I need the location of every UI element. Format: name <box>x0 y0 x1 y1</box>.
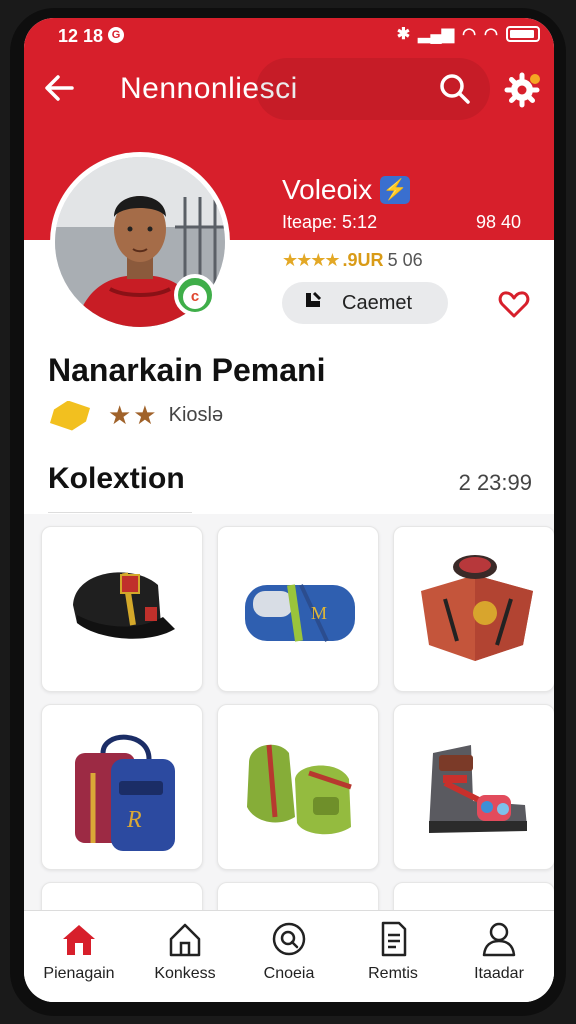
nav-label-remtis: Remtis <box>368 965 418 982</box>
home-icon <box>63 925 95 955</box>
gear-icon <box>504 72 540 108</box>
gold-badge-icon <box>50 400 90 431</box>
nav-label-cnoeia: Cnoeia <box>263 965 315 982</box>
settings-button[interactable] <box>502 68 544 110</box>
rating-stars-icon: ★★★★ <box>282 250 341 270</box>
achievement-label: Kioslə <box>168 404 224 426</box>
shoe-icon <box>429 745 527 833</box>
status-icons: ✱ ▂▄▆ ◠ ◠ <box>397 24 540 44</box>
nav-item-konkess[interactable]: Konkess <box>132 921 238 997</box>
bottom-navigation: Pienagain Konkess Cnoeia Remtis Itaadar <box>24 910 554 1002</box>
google-icon: G <box>108 27 124 43</box>
nav-label-itaadar: Itaadar <box>474 965 524 982</box>
bluetooth-icon: ✱ <box>396 26 411 43</box>
jacket-icon <box>421 555 533 661</box>
wifi-alt-icon: ◠ <box>484 26 498 43</box>
search-button[interactable] <box>434 68 476 110</box>
profile-full-name: Nanarkain Pemani <box>48 352 326 388</box>
profile-display-name: Voleoix <box>282 174 373 205</box>
verified-icon: ⚡ <box>380 176 410 204</box>
nav-item-home[interactable]: Pienagain <box>26 921 132 997</box>
collection-item-shoe[interactable] <box>393 704 554 870</box>
heart-icon <box>498 291 530 318</box>
collection-item-jacket[interactable] <box>393 526 554 692</box>
badge-c-icon: c <box>183 285 207 309</box>
person-icon <box>482 922 516 957</box>
search-icon <box>440 74 470 104</box>
avatar-status-badge: c <box>174 274 216 316</box>
collection-value: 2 23:99 <box>458 470 532 495</box>
collection-item-backpack[interactable]: R <box>41 704 203 870</box>
boot-icon <box>247 744 352 835</box>
cap-icon <box>73 572 175 639</box>
nav-label-konkess: Konkess <box>154 965 216 982</box>
screen: 12 18 G ✱ ▂▄▆ ◠ ◠ Nennonliesci c Voleoix… <box>24 18 554 1002</box>
house-outline-icon <box>169 923 201 957</box>
pouch-icon: M <box>245 584 355 642</box>
collection-item-cap[interactable] <box>41 526 203 692</box>
back-button[interactable] <box>40 68 80 108</box>
app-bar: Nennonliesci <box>24 58 554 120</box>
nav-label-home: Pienagain <box>43 965 115 982</box>
collection-grid: M R <box>24 514 554 1002</box>
nav-item-itaadar[interactable]: Itaadar <box>446 921 552 997</box>
svg-text:M: M <box>311 603 327 623</box>
svg-text:R: R <box>126 807 142 833</box>
status-bar: 12 18 G ✱ ▂▄▆ ◠ ◠ <box>24 18 554 54</box>
achievement-row: ★★ Kioslə <box>50 400 223 431</box>
collection-item-boots[interactable] <box>217 704 379 870</box>
person-add-icon <box>302 289 324 317</box>
profile-meta-right: 98 40 <box>476 212 522 232</box>
section-divider <box>48 512 192 513</box>
status-time: 12 18 <box>58 26 104 46</box>
nav-item-remtis[interactable]: Remtis <box>340 921 446 997</box>
favorite-button[interactable] <box>496 286 532 322</box>
rating-count: 5 06 <box>387 250 423 270</box>
battery-icon <box>506 26 540 42</box>
collection-item-pouch[interactable]: M <box>217 526 379 692</box>
bronze-stars-icon: ★★ <box>108 400 159 430</box>
contact-label: Caemet <box>342 291 413 314</box>
nav-item-cnoeia[interactable]: Cnoeia <box>236 921 342 997</box>
document-icon <box>381 921 407 957</box>
wifi-icon: ◠ <box>462 26 477 43</box>
search-circle-icon <box>272 922 306 956</box>
collection-title: Kolextion <box>48 462 185 495</box>
rating-value: .9UR <box>342 250 384 270</box>
signal-icon: ▂▄▆ <box>418 26 455 43</box>
contact-button[interactable]: Caemet <box>282 282 448 324</box>
rating-row: ★★★★ .9UR 5 06 <box>282 250 423 271</box>
profile-meta-left: Iteape: 5:12 <box>282 212 378 232</box>
arrow-left-icon <box>45 75 74 101</box>
backpack-icon: R <box>75 734 175 851</box>
